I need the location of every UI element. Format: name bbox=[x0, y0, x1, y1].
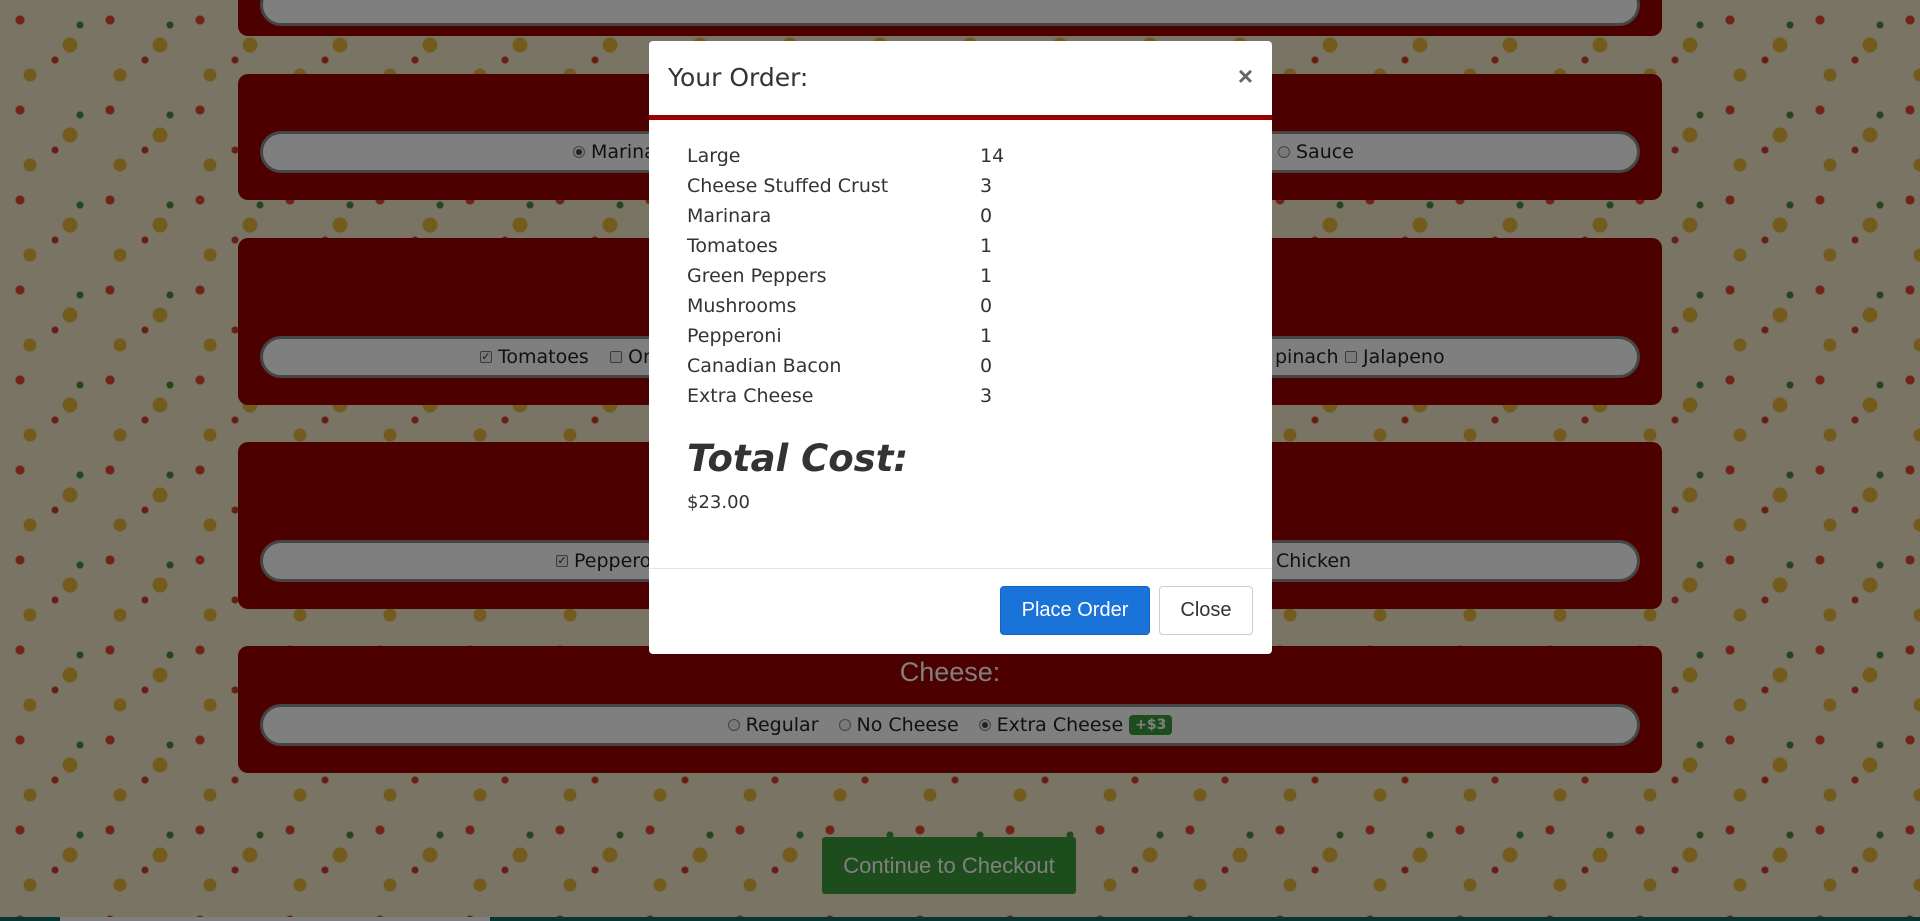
order-row: Large 14 bbox=[687, 141, 1004, 171]
order-item-value: 3 bbox=[980, 385, 993, 407]
order-item-value: 14 bbox=[980, 145, 1005, 167]
total-cost-heading: Total Cost: bbox=[687, 437, 909, 480]
order-item-name: Extra Cheese bbox=[687, 385, 814, 407]
order-row: Marinara 0 bbox=[687, 201, 1004, 231]
order-modal: Your Order: × Large 14 Cheese Stuffed Crus… bbox=[649, 41, 1272, 654]
header-divider bbox=[649, 115, 1272, 120]
order-row: Extra Cheese 3 bbox=[687, 381, 1004, 411]
footer-divider bbox=[649, 568, 1272, 569]
order-item-name: Cheese Stuffed Crust bbox=[687, 175, 889, 197]
order-item-value: 0 bbox=[980, 295, 993, 317]
order-row: Green Peppers 1 bbox=[687, 261, 1004, 291]
total-cost-value: $23.00 bbox=[687, 492, 750, 513]
order-item-value: 1 bbox=[980, 325, 993, 347]
order-item-name: Pepperoni bbox=[687, 325, 782, 347]
order-item-name: Canadian Bacon bbox=[687, 355, 842, 377]
close-button[interactable]: Close bbox=[1159, 586, 1253, 635]
order-item-name: Large bbox=[687, 145, 741, 167]
order-row: Tomatoes 1 bbox=[687, 231, 1004, 261]
order-item-value: 1 bbox=[980, 265, 993, 287]
order-item-name: Marinara bbox=[687, 205, 772, 227]
order-item-value: 1 bbox=[980, 235, 993, 257]
order-row: Cheese Stuffed Crust 3 bbox=[687, 171, 1004, 201]
order-item-name: Green Peppers bbox=[687, 265, 827, 287]
close-icon[interactable]: × bbox=[1238, 61, 1253, 92]
modal-title: Your Order: bbox=[668, 63, 809, 92]
order-row: Pepperoni 1 bbox=[687, 321, 1004, 351]
order-item-value: 3 bbox=[980, 175, 993, 197]
place-order-button[interactable]: Place Order bbox=[1000, 586, 1150, 635]
modal-header: Your Order: × bbox=[649, 41, 1272, 119]
order-item-value: 0 bbox=[980, 205, 993, 227]
order-item-name: Mushrooms bbox=[687, 295, 797, 317]
order-row: Mushrooms 0 bbox=[687, 291, 1004, 321]
order-summary-list: Large 14 Cheese Stuffed Crust 3 Marinara 0 Tom… bbox=[687, 141, 1004, 411]
order-item-name: Tomatoes bbox=[687, 235, 778, 257]
order-item-value: 0 bbox=[980, 355, 993, 377]
order-row: Canadian Bacon 0 bbox=[687, 351, 1004, 381]
